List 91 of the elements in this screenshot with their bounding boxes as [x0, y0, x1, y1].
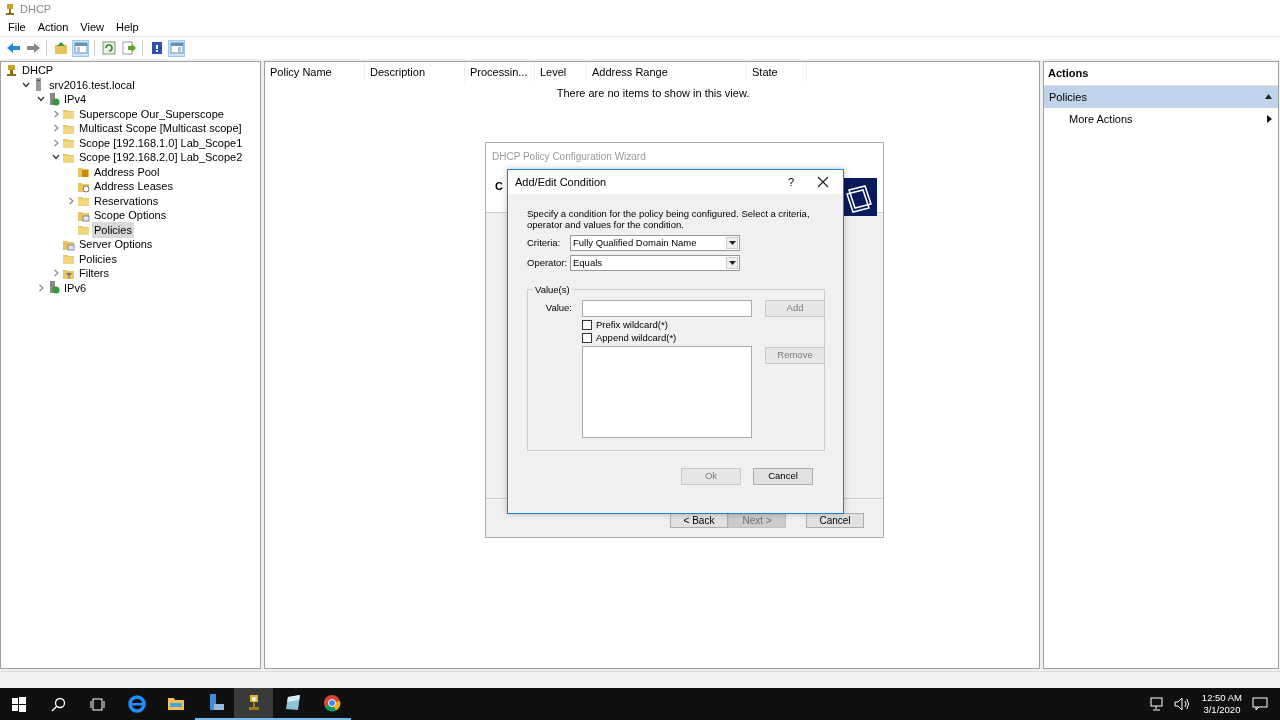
toolbar-button[interactable] [120, 39, 137, 57]
tree-item[interactable]: Superscope Our_Superscope [77, 105, 226, 122]
tree-item[interactable]: IPv4 [62, 91, 88, 108]
console-tree-icon [73, 41, 88, 55]
column-header[interactable]: Policy Name [265, 62, 365, 82]
refresh-icon [101, 41, 116, 55]
toolbar-button[interactable] [52, 39, 69, 57]
submenu-arrow-icon[interactable] [1267, 115, 1272, 124]
tree-item[interactable]: Address Pool [92, 163, 162, 180]
taskbar-button[interactable] [234, 688, 273, 720]
dropdown-arrow-icon[interactable] [728, 240, 736, 246]
collapse-chevron-icon[interactable] [52, 153, 60, 162]
folder-up-icon [53, 41, 68, 55]
wizard-title: DHCP Policy Configuration Wizard [492, 150, 647, 164]
dialog-button[interactable]: Cancel [753, 468, 813, 485]
network-icon[interactable] [1149, 697, 1166, 711]
tree-item[interactable]: Scope Options [92, 207, 169, 224]
tree-item[interactable]: srv2016.test.local [47, 76, 137, 93]
dropdown-arrow-icon[interactable] [728, 260, 736, 266]
expand-chevron-icon[interactable] [67, 196, 75, 205]
checkbox-label: Prefix wildcard(*) [596, 320, 668, 330]
search-icon [51, 696, 66, 712]
tree-item[interactable]: IPv6 [62, 279, 88, 296]
trophy-icon [5, 63, 18, 77]
tree-item[interactable]: Filters [77, 265, 111, 282]
trophy-icon [4, 3, 16, 15]
column-header[interactable]: Processin... [465, 62, 535, 82]
notification-icon[interactable] [1252, 697, 1268, 711]
column-header[interactable]: State [747, 62, 807, 82]
help-button[interactable]: ? [781, 173, 801, 191]
menu-item[interactable]: Action [31, 18, 75, 36]
folder-icon [77, 223, 90, 237]
toolbar-button[interactable] [100, 39, 117, 57]
window-title: DHCP [20, 1, 52, 17]
volume-icon[interactable] [1173, 697, 1190, 711]
folder-icon [77, 165, 90, 179]
dialog-title: Add/Edit Condition [515, 174, 608, 190]
checkbox[interactable] [582, 333, 592, 343]
action-link[interactable]: More Actions [1069, 111, 1133, 128]
checkbox[interactable] [582, 320, 592, 330]
network-icon [47, 92, 60, 106]
close-icon[interactable] [817, 176, 829, 188]
column-header[interactable]: Address Range [587, 62, 747, 82]
folder-icon [62, 252, 75, 266]
forward-arrow-icon [25, 41, 40, 55]
tree-item[interactable]: Reservations [92, 192, 161, 209]
tree-item[interactable]: Policies [77, 250, 119, 267]
folder-icon [77, 194, 90, 208]
actions-section-header[interactable]: Policies [1044, 85, 1278, 108]
criteria-dropdown[interactable]: Fully Qualified Domain Name [570, 235, 740, 251]
wizard-button[interactable]: Cancel [806, 513, 864, 528]
toolbar-button[interactable] [72, 39, 89, 57]
chrome-icon [322, 694, 341, 712]
instructions-text: Specify a condition for the policy being configured. Select a criteria, operator and values for the condition. [527, 208, 811, 230]
folder-icon [62, 136, 75, 150]
field-label: Operator: [527, 255, 569, 270]
field-label: Criteria: [527, 235, 562, 250]
back-arrow-icon [5, 41, 20, 55]
tree-item[interactable]: Multicast Scope [Multicast scope] [77, 120, 244, 137]
tree-item[interactable]: DHCP [20, 62, 56, 79]
column-header[interactable]: Description [365, 62, 465, 82]
notepad-icon [283, 694, 302, 712]
globe-e-icon [127, 695, 146, 713]
tree-item[interactable]: Server Options [77, 236, 155, 253]
menu-item[interactable]: Help [109, 18, 145, 36]
toolbar-button[interactable] [168, 39, 185, 57]
folder-icon [62, 107, 75, 121]
windows-logo-icon [12, 696, 27, 712]
operator-dropdown[interactable]: Equals [570, 255, 740, 271]
export-icon [121, 41, 136, 55]
field-label: Value: [544, 301, 572, 316]
collapse-arrow-icon[interactable] [1265, 94, 1272, 100]
menu-item[interactable]: View [74, 18, 110, 36]
task-view-icon [90, 696, 105, 712]
network-icon [47, 281, 60, 295]
empty-message: There are no items to show in this view. [555, 86, 750, 101]
help-book-icon [149, 41, 164, 55]
group-title: Value(s) [533, 283, 572, 298]
menu-item[interactable]: File [2, 18, 32, 36]
folder-icon [166, 695, 185, 713]
tree-item[interactable]: Policies [92, 221, 134, 238]
tree-item[interactable]: Address Leases [92, 178, 175, 195]
tree-item[interactable]: Scope [192.168.2.0] Lab_Scope2 [77, 149, 245, 166]
action-pane-icon [169, 41, 184, 55]
clock-date[interactable]: 3/1/2020 [1201, 704, 1242, 716]
clock-time[interactable]: 12:50 AM [1201, 692, 1242, 704]
column-header[interactable]: Level [535, 62, 587, 82]
wizard-heading: C [494, 179, 503, 194]
tree-item[interactable]: Scope [192.168.1.0] Lab_Scope1 [77, 134, 245, 151]
value-field[interactable] [582, 300, 752, 317]
checkbox-label: Append wildcard(*) [596, 333, 677, 343]
